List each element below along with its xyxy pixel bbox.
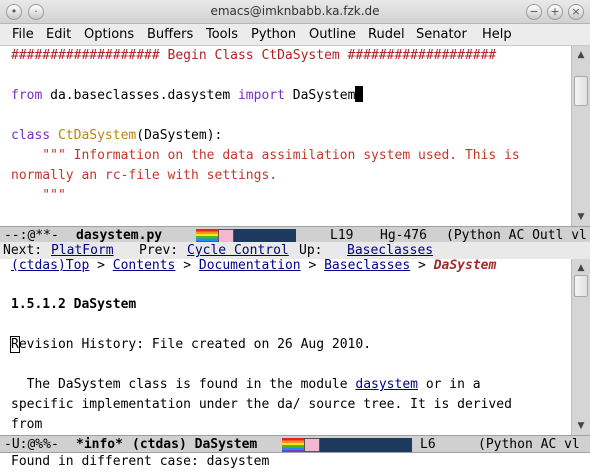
menu-python[interactable]: Python xyxy=(251,27,296,42)
keyword-class: class xyxy=(11,128,51,143)
info-cursor: R xyxy=(10,336,20,353)
revision-text: evision History: File created on 26 Aug … xyxy=(18,337,372,352)
code-editor-pane[interactable]: ################### Begin Class CtDaSyst… xyxy=(0,46,571,226)
code-class-line: class CtDaSystem(DaSystem): xyxy=(11,126,222,146)
next-label: Next: xyxy=(3,243,43,258)
position-bar xyxy=(320,438,412,452)
keyword-import: import xyxy=(237,88,285,103)
scroll-down-icon[interactable]: ▼ xyxy=(573,419,589,433)
breadcrumb: (ctdas)Top > Contents > Documentation > … xyxy=(11,259,497,273)
docstring-line-3: """ xyxy=(11,188,66,203)
prev-label: Prev: xyxy=(139,243,179,258)
module-name: da.baseclasses.dasystem xyxy=(50,88,231,103)
mode-line-info[interactable]: -U:@%%- *info* (ctdas) DaSystem L6 (Pyth… xyxy=(0,435,590,453)
text-cursor xyxy=(355,86,364,102)
section-title: 1.5.1.2 DaSystem xyxy=(11,297,137,312)
prev-link[interactable]: Cycle Control xyxy=(187,242,289,259)
menu-rudel[interactable]: Rudel xyxy=(368,27,405,42)
code-import-line: from da.baseclasses.dasystem import DaSy… xyxy=(11,86,364,106)
nyan-cat-icon xyxy=(282,438,320,452)
nyan-cat-icon xyxy=(196,229,234,243)
menu-file[interactable]: File xyxy=(12,27,34,42)
scroll-up-icon[interactable]: ▲ xyxy=(573,261,589,275)
echo-area: Found in different case: dasystem xyxy=(11,454,270,469)
keyword-from: from xyxy=(11,88,43,103)
imported-name: DaSystem xyxy=(292,88,356,103)
menu-help[interactable]: Help xyxy=(482,27,512,42)
breadcrumb-top[interactable]: (ctdas)Top xyxy=(11,259,89,273)
maximize-icon[interactable]: + xyxy=(547,4,563,20)
breadcrumb-contents[interactable]: Contents xyxy=(113,259,176,273)
code-scrollbar[interactable]: ▲ ▼ xyxy=(571,46,590,226)
up-link[interactable]: Baseclasses xyxy=(347,242,433,259)
menu-senator[interactable]: Senator xyxy=(416,27,467,42)
menu-outline[interactable]: Outline xyxy=(309,27,356,42)
window-title: emacs@imknbabb.ka.fzk.de xyxy=(210,4,380,18)
docstring-line-2: normally an rc-file with settings. xyxy=(11,168,278,183)
revision-line: Revision History: File created on 26 Aug… xyxy=(10,335,372,355)
paragraph-text-pre: The DaSystem class is found in the modul… xyxy=(11,377,356,392)
code-scroll-thumb[interactable] xyxy=(574,76,588,106)
menu-bar: File Edit Options Buffers Tools Python O… xyxy=(0,24,590,46)
next-link[interactable]: PlatForm xyxy=(51,242,114,259)
paragraph-line-1: The DaSystem class is found in the modul… xyxy=(11,375,481,395)
up-label: Up: xyxy=(299,243,323,258)
menu-options[interactable]: Options xyxy=(84,27,134,42)
menu-edit[interactable]: Edit xyxy=(46,27,71,42)
info-scrollbar[interactable]: ▲ ▼ xyxy=(571,259,590,435)
close-icon[interactable]: × xyxy=(568,4,584,20)
info-header-line: Next: PlatForm Prev: Cycle Control Up: B… xyxy=(0,242,590,259)
title-bar: • · emacs@imknbabb.ka.fzk.de − + × xyxy=(0,0,590,24)
dasystem-link[interactable]: dasystem xyxy=(355,377,418,392)
scroll-up-icon[interactable]: ▲ xyxy=(573,48,589,62)
paragraph-line-2: specific implementation under the da/ so… xyxy=(11,397,512,412)
docstring-line-1: """ Information on the data assimilation… xyxy=(11,148,520,163)
class-name: CtDaSystem xyxy=(57,128,137,143)
code-comment-line: ################### Begin Class CtDaSyst… xyxy=(11,48,497,63)
menu-tools[interactable]: Tools xyxy=(206,27,238,42)
menu-buffers[interactable]: Buffers xyxy=(147,27,193,42)
info-scroll-thumb[interactable] xyxy=(574,275,588,297)
info-pane[interactable]: (ctdas)Top > Contents > Documentation > … xyxy=(0,259,571,435)
scroll-down-icon[interactable]: ▼ xyxy=(573,210,589,224)
breadcrumb-current: DaSystem xyxy=(433,259,497,273)
breadcrumb-documentation[interactable]: Documentation xyxy=(199,259,301,273)
minimize-icon[interactable]: − xyxy=(526,4,542,20)
paragraph-text-post: or in a xyxy=(418,377,481,392)
breadcrumb-baseclasses[interactable]: Baseclasses xyxy=(324,259,410,273)
paragraph-line-3: from xyxy=(11,417,43,432)
position-bar xyxy=(234,229,296,243)
class-args: (DaSystem): xyxy=(136,128,223,143)
